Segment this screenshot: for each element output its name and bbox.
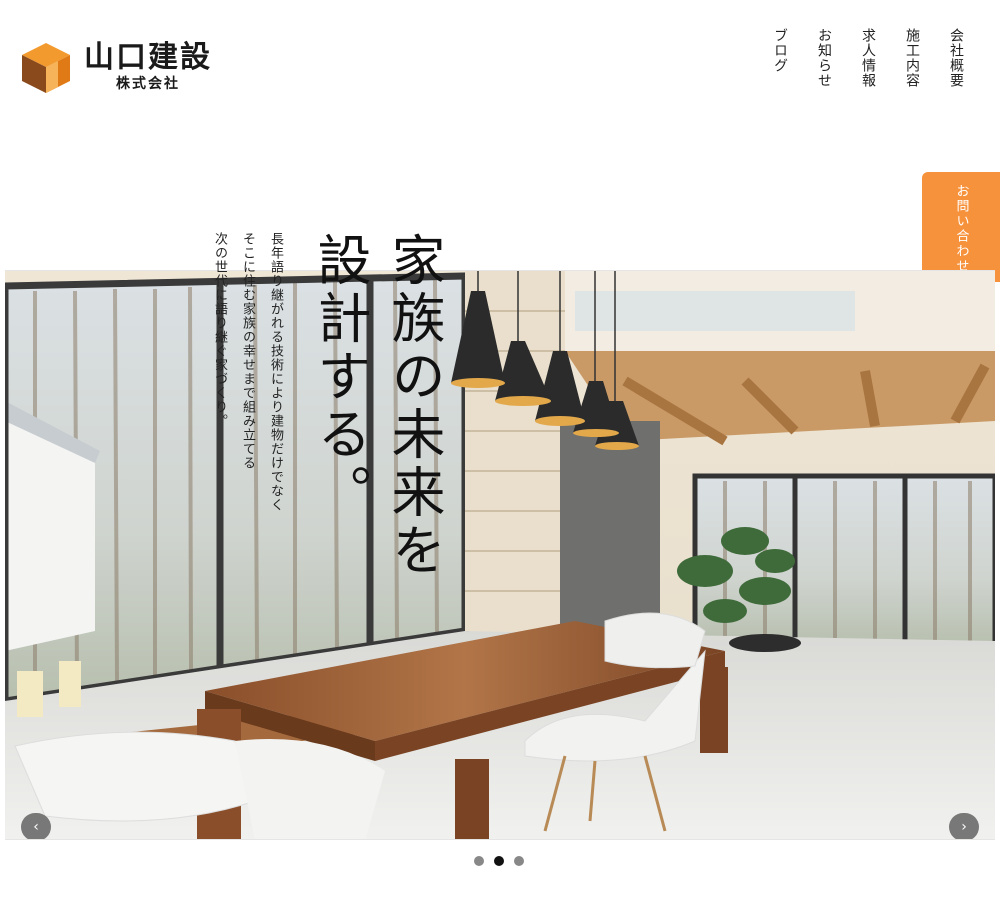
nav-blog[interactable]: ブログ	[770, 28, 790, 88]
interior-photo	[5, 271, 995, 839]
tagline-line-2: そこに住む家族の幸せまで組み立てる	[240, 232, 255, 470]
slider-dot-3[interactable]	[514, 856, 524, 866]
slider-next-button[interactable]: ›	[949, 813, 979, 839]
nav-company[interactable]: 会社概要	[946, 28, 966, 88]
contact-label: お問い合わせ	[953, 184, 969, 274]
nav-services[interactable]: 施工内容	[902, 28, 922, 88]
slider-dot-1[interactable]	[474, 856, 484, 866]
logo-name: 山口建設	[84, 40, 212, 75]
slider-dot-2[interactable]	[494, 856, 504, 866]
slider-pagination	[474, 856, 524, 866]
contact-button[interactable]: お問い合わせ	[922, 172, 1000, 282]
tagline-line-1: 長年語り継がれる技術により建物だけでなく	[268, 232, 283, 512]
company-logo[interactable]: 山口建設 株式会社	[18, 38, 258, 96]
nav-news[interactable]: お知らせ	[814, 28, 834, 88]
logo-subtitle: 株式会社	[116, 76, 180, 92]
hero-slider: ‹ ›	[5, 270, 995, 840]
chevron-left-icon: ‹	[33, 819, 39, 835]
hero-tagline: 長年語り継がれる技術により建物だけでなく そこに住む家族の幸せまで組み立てる 次…	[208, 232, 286, 512]
tagline-line-3: 次の世代に語り継ぐ家づくり。	[212, 232, 227, 428]
hero-headline: 家族の未来を 設計する。	[308, 232, 445, 580]
house-cube-icon	[22, 43, 70, 93]
headline-line-2: 設計する。	[308, 232, 371, 522]
slider-prev-button[interactable]: ‹	[21, 813, 51, 839]
chevron-right-icon: ›	[961, 819, 967, 835]
nav-recruit[interactable]: 求人情報	[858, 28, 878, 88]
main-nav: 会社概要 施工内容 求人情報 お知らせ ブログ	[770, 28, 966, 88]
headline-line-1: 家族の未来を	[382, 232, 445, 580]
